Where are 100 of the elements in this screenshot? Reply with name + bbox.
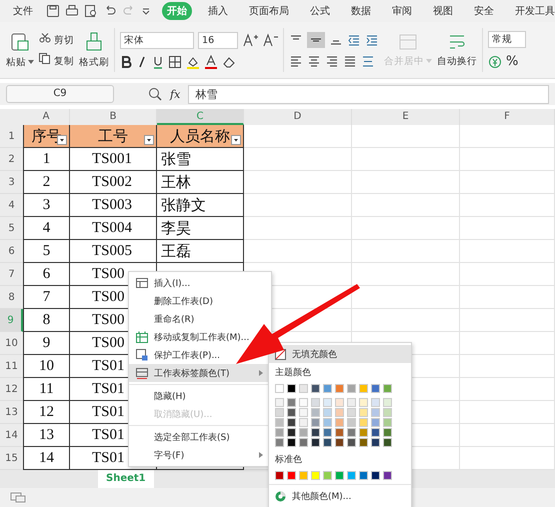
color-swatch[interactable] xyxy=(275,398,284,407)
color-swatch[interactable] xyxy=(347,428,356,437)
empty-cell[interactable] xyxy=(460,125,555,148)
row-header[interactable]: 11 xyxy=(0,355,23,378)
row-header[interactable]: 8 xyxy=(0,286,23,309)
paste-icon[interactable] xyxy=(10,31,30,53)
ribbon-tab[interactable]: 安全 xyxy=(469,2,499,20)
ribbon-tab[interactable]: 审阅 xyxy=(387,2,417,20)
menu-item[interactable]: 重命名(R) xyxy=(129,310,271,328)
color-swatch[interactable] xyxy=(371,471,380,480)
column-header[interactable]: F xyxy=(460,109,555,125)
empty-cell[interactable] xyxy=(352,194,460,217)
color-swatch[interactable] xyxy=(335,428,344,437)
color-swatch[interactable] xyxy=(335,438,344,447)
cut-button[interactable]: 剪切 xyxy=(39,32,74,46)
color-swatch[interactable] xyxy=(275,408,284,417)
empty-cell[interactable] xyxy=(352,125,460,148)
borders-icon[interactable] xyxy=(168,54,182,68)
color-swatch[interactable] xyxy=(347,384,356,393)
menu-item[interactable]: 隐藏(H) xyxy=(129,387,271,405)
color-swatch[interactable] xyxy=(299,471,308,480)
color-swatch[interactable] xyxy=(371,398,380,407)
ribbon-tab[interactable]: 公式 xyxy=(305,2,335,20)
color-swatch[interactable] xyxy=(275,418,284,427)
color-swatch[interactable] xyxy=(383,418,392,427)
no-fill-option[interactable]: 无填充颜色 xyxy=(269,345,411,363)
file-menu[interactable]: 文件 xyxy=(13,4,33,18)
color-swatch[interactable] xyxy=(299,408,308,417)
empty-cell[interactable] xyxy=(244,194,352,217)
menu-item[interactable]: 选定全部工作表(S) xyxy=(129,428,271,446)
color-swatch[interactable] xyxy=(359,471,368,480)
formula-field[interactable]: 林雪 xyxy=(188,84,549,104)
color-swatch[interactable] xyxy=(335,384,344,393)
color-swatch[interactable] xyxy=(311,428,320,437)
empty-cell[interactable] xyxy=(460,355,555,378)
color-swatch[interactable] xyxy=(347,471,356,480)
color-swatch[interactable] xyxy=(287,398,296,407)
row-header[interactable]: 4 xyxy=(0,194,23,217)
color-swatch[interactable] xyxy=(383,471,392,480)
ribbon-tab[interactable]: 插入 xyxy=(203,2,233,20)
empty-cell[interactable] xyxy=(460,217,555,240)
color-swatch[interactable] xyxy=(359,438,368,447)
empty-cell[interactable] xyxy=(352,309,460,332)
row-header[interactable]: 13 xyxy=(0,401,23,424)
align-middle-icon[interactable] xyxy=(307,32,326,48)
copy-button[interactable]: 复制 xyxy=(39,52,74,68)
color-swatch[interactable] xyxy=(347,398,356,407)
color-swatch[interactable] xyxy=(311,384,320,393)
row-header[interactable]: 15 xyxy=(0,447,23,470)
preview-icon[interactable] xyxy=(84,4,98,18)
number-format-field[interactable]: 常规 xyxy=(488,31,526,48)
color-swatch[interactable] xyxy=(359,384,368,393)
percent-button[interactable]: % xyxy=(506,54,518,69)
fill-color-icon[interactable] xyxy=(186,54,200,68)
color-swatch[interactable] xyxy=(299,428,308,437)
ribbon-tab[interactable]: 页面布局 xyxy=(244,2,294,20)
empty-cell[interactable] xyxy=(460,332,555,355)
color-swatch[interactable] xyxy=(311,471,320,480)
function-button[interactable]: fx xyxy=(170,88,180,100)
column-header[interactable]: D xyxy=(244,109,352,125)
color-swatch[interactable] xyxy=(359,408,368,417)
color-swatch[interactable] xyxy=(287,428,296,437)
paste-button[interactable]: 粘贴 xyxy=(6,56,34,69)
color-swatch[interactable] xyxy=(347,438,356,447)
row-header[interactable]: 10 xyxy=(0,332,23,355)
empty-cell[interactable] xyxy=(460,148,555,171)
wrap-text-button[interactable]: 自动换行 xyxy=(437,55,478,68)
font-size-field[interactable]: 16 xyxy=(198,32,238,48)
color-swatch[interactable] xyxy=(311,418,320,427)
color-swatch[interactable] xyxy=(311,408,320,417)
grow-font-icon[interactable] xyxy=(242,32,258,48)
color-swatch[interactable] xyxy=(371,428,380,437)
color-swatch[interactable] xyxy=(323,398,332,407)
row-header[interactable]: 1 xyxy=(0,125,23,148)
underline-icon[interactable] xyxy=(152,54,164,68)
color-swatch[interactable] xyxy=(299,438,308,447)
shrink-font-icon[interactable] xyxy=(262,32,278,48)
color-swatch[interactable] xyxy=(323,418,332,427)
zoom-icon[interactable] xyxy=(148,87,162,101)
ribbon-tab[interactable]: 视图 xyxy=(428,2,458,20)
color-swatch[interactable] xyxy=(287,471,296,480)
color-swatch[interactable] xyxy=(311,398,320,407)
color-swatch[interactable] xyxy=(371,418,380,427)
color-swatch[interactable] xyxy=(359,418,368,427)
row-header[interactable]: 6 xyxy=(0,240,23,263)
bold-icon[interactable] xyxy=(120,54,132,68)
empty-cell[interactable] xyxy=(460,171,555,194)
color-swatch[interactable] xyxy=(275,384,284,393)
color-swatch[interactable] xyxy=(335,398,344,407)
row-header[interactable]: 2 xyxy=(0,148,23,171)
color-swatch[interactable] xyxy=(311,438,320,447)
color-swatch[interactable] xyxy=(299,418,308,427)
align-center-icon[interactable] xyxy=(307,54,322,68)
align-left-icon[interactable] xyxy=(289,54,304,68)
row-header[interactable]: 12 xyxy=(0,378,23,401)
color-swatch[interactable] xyxy=(287,384,296,393)
empty-cell[interactable] xyxy=(460,286,555,309)
color-swatch[interactable] xyxy=(347,408,356,417)
column-header[interactable]: E xyxy=(352,109,460,125)
empty-cell[interactable] xyxy=(352,240,460,263)
